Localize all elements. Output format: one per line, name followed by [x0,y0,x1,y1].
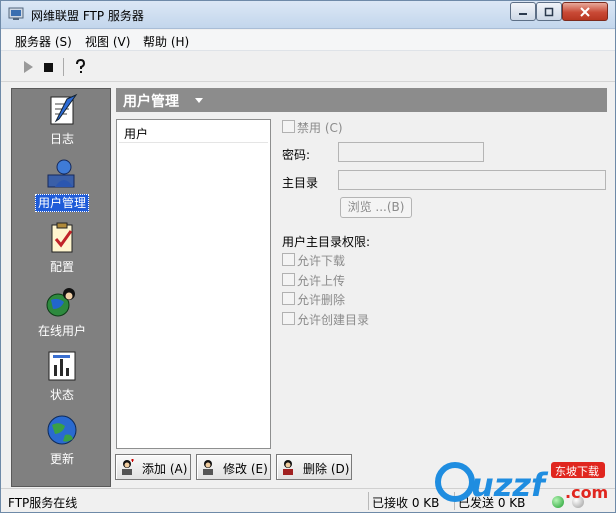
minimize-button[interactable] [510,2,536,21]
maximize-button[interactable] [536,2,562,21]
sidebar-item-label: 在线用户 [37,324,86,338]
minimize-icon [519,12,527,15]
app-icon [8,7,24,20]
sidebar-item-label: 日志 [49,132,74,146]
delete-user-label: 删除 (D) [303,462,350,476]
maximize-icon [544,7,554,16]
sidebar-item-label: 配置 [49,260,74,274]
sidebar-item-label: 状态 [49,388,74,402]
delete-user-button[interactable]: 删除 (D) [276,454,352,480]
online-users-icon [46,288,75,317]
sidebar: 日志 用户管理 配置 在线用户 状态 更新 [11,88,111,487]
help-button[interactable] [71,58,89,76]
watermark-domain: .com [565,483,608,502]
sidebar-item-label: 更新 [49,452,74,466]
toolbar-separator [63,58,64,76]
sidebar-item-online-users[interactable]: 在线用户 [12,283,112,345]
menu-view[interactable]: 视图 (V) [85,33,130,50]
window-title: 网维联盟 FTP 服务器 [31,9,144,23]
homedir-label: 主目录 [282,176,319,190]
status-icon [48,351,76,381]
help-icon [76,59,86,73]
password-label: 密码: [282,148,311,162]
log-icon [50,93,78,125]
menu-server[interactable]: 服务器 (S) [15,33,72,50]
stop-button[interactable] [39,58,57,76]
sidebar-item-label: 用户管理 [34,194,89,212]
stop-icon [44,63,53,72]
play-icon [24,61,33,73]
update-icon [47,415,77,445]
add-user-label: 添加 (A) [142,462,188,476]
allow-mkdir-checkbox[interactable] [282,312,295,325]
user-management-icon [47,159,75,188]
received-status: 已接收 0 KB [368,492,442,510]
homedir-field[interactable] [338,170,606,190]
disabled-label: 禁用 (C) [297,121,343,135]
permissions-title: 用户主目录权限: [282,235,371,249]
menu-help[interactable]: 帮助 (H) [143,33,189,50]
chevron-down-icon [195,98,203,103]
browse-button[interactable]: 浏览 ...(B) [340,197,412,218]
watermark-sub: 东坡下载 [555,465,599,478]
toolbar [1,52,615,82]
allow-mkdir-label: 允许创建目录 [297,313,370,327]
menu-bar: 服务器 (S) 视图 (V) 帮助 (H) [1,30,615,51]
title-bar: 网维联盟 FTP 服务器 [1,1,615,29]
password-field[interactable] [338,142,484,162]
delete-user-icon [283,460,293,475]
close-icon [580,6,590,17]
allow-download-label: 允许下载 [297,254,346,268]
sidebar-item-log[interactable]: 日志 [12,91,112,153]
allow-delete-label: 允许删除 [297,293,346,307]
sidebar-item-status[interactable]: 状态 [12,347,112,409]
disabled-checkbox[interactable] [282,120,295,133]
server-status: FTP服务在线 [8,496,78,510]
watermark-text: uzzf [471,466,549,504]
add-user-button[interactable]: 添加 (A) [115,454,191,480]
allow-delete-checkbox[interactable] [282,292,295,305]
allow-download-checkbox[interactable] [282,253,295,266]
allow-upload-label: 允许上传 [297,274,346,288]
add-user-icon [122,459,134,475]
section-title: 用户管理 [123,94,179,110]
user-list-header: 用户 [119,122,268,143]
close-button[interactable] [562,2,608,21]
edit-user-icon [203,460,213,475]
edit-user-button[interactable]: 修改 (E) [196,454,271,480]
allow-upload-checkbox[interactable] [282,273,295,286]
sidebar-item-config[interactable]: 配置 [12,219,112,281]
watermark-logo: uzzf 东坡下载 .com [435,462,608,504]
app-window: 网维联盟 FTP 服务器 服务器 (S) 视图 (V) 帮助 (H) 日志 用户… [0,0,616,513]
section-header[interactable]: 用户管理 [116,88,607,112]
start-button[interactable] [19,58,37,76]
sidebar-item-update[interactable]: 更新 [12,411,112,473]
sidebar-item-user-management[interactable]: 用户管理 [12,155,112,217]
edit-user-label: 修改 (E) [223,462,268,476]
config-icon [51,222,73,253]
user-list[interactable]: 用户 [116,119,271,449]
